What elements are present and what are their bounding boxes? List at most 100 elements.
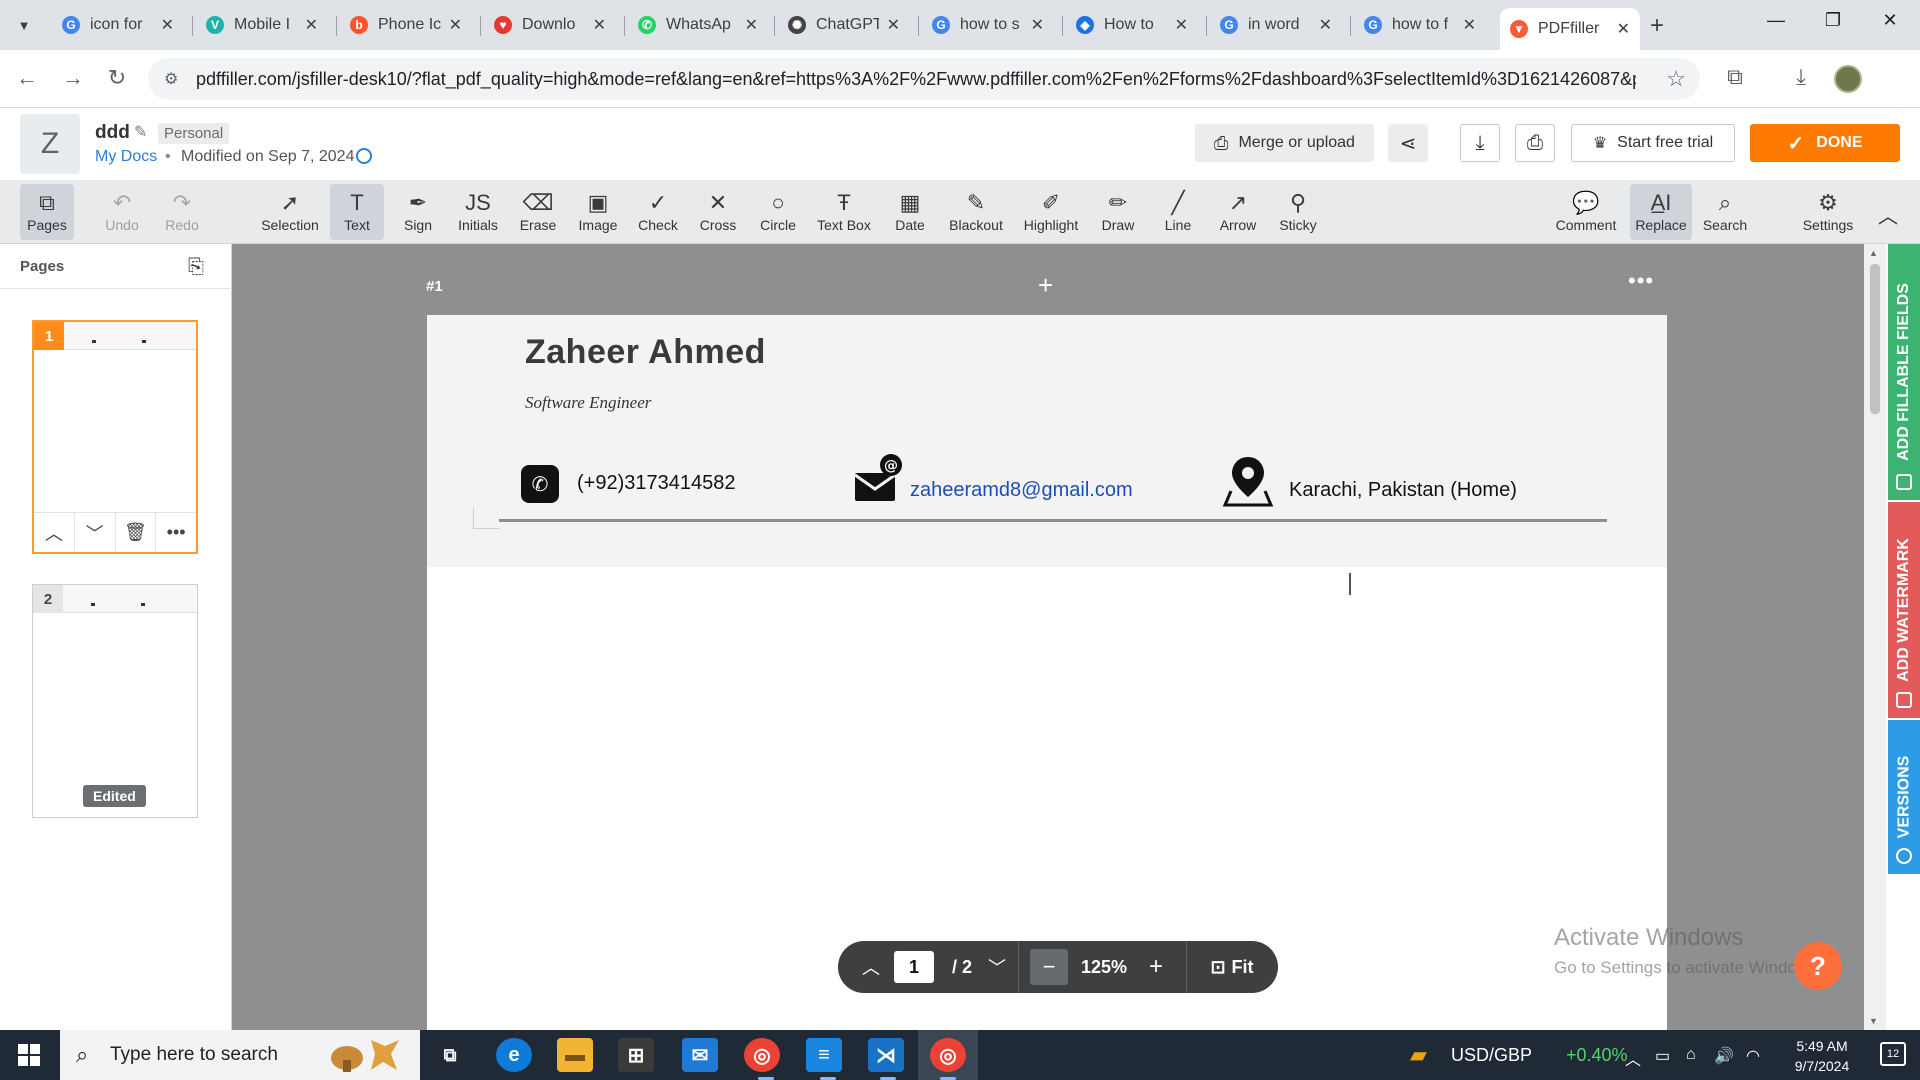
edge-icon[interactable]: e xyxy=(496,1038,532,1072)
settings-tool[interactable]: ⚙ Settings xyxy=(1796,184,1860,240)
insert-page-plus-icon[interactable]: + xyxy=(1038,270,1053,301)
resume-phone[interactable]: (+92)3173414582 xyxy=(577,472,735,495)
collapse-chevron-up-icon[interactable]: ︿ xyxy=(1878,200,1898,229)
windows-start-icon[interactable] xyxy=(18,1044,40,1066)
start-free-trial-button[interactable]: ♛ Start free trial xyxy=(1571,124,1735,162)
back-arrow-icon[interactable]: ← xyxy=(12,65,42,91)
page-thumbnail-1[interactable]: 1 ︿ ﹀ 🗑 ••• xyxy=(32,320,198,554)
app-icon[interactable]: ≡ xyxy=(806,1038,842,1072)
add-page-icon[interactable]: ⎘ xyxy=(188,256,204,279)
cross-tool[interactable]: ✕ Cross xyxy=(694,184,742,240)
zoom-in-icon[interactable]: + xyxy=(1138,941,1174,993)
tab-search-chevron-icon[interactable]: ▼ xyxy=(8,11,40,39)
browser-tab-active[interactable]: ▼ PDFfiller ✕ xyxy=(1500,8,1640,50)
delete-page-trash-icon[interactable]: 🗑 xyxy=(116,513,157,552)
add-watermark-tab[interactable]: ADD WATERMARK xyxy=(1888,502,1920,718)
mail-icon[interactable]: ✉ xyxy=(682,1038,718,1072)
close-tab-icon[interactable]: ✕ xyxy=(305,15,318,35)
undo-tool[interactable]: ↶ Undo xyxy=(98,184,146,240)
sticky-tool[interactable]: ⚲ Sticky xyxy=(1272,184,1324,240)
selection-tool[interactable]: ➚ Selection xyxy=(256,184,324,240)
close-tab-icon[interactable]: ✕ xyxy=(1319,15,1332,35)
page-thumbnail-2[interactable]: 2 Edited xyxy=(32,584,198,818)
minimize-icon[interactable]: — xyxy=(1756,10,1796,31)
replace-tool[interactable]: A̲I Replace xyxy=(1630,184,1692,240)
site-info-icon[interactable]: ⚙ xyxy=(164,69,178,89)
print-button[interactable]: ⎙ xyxy=(1515,124,1555,162)
chrome-profile-icon[interactable]: ◎ xyxy=(930,1038,966,1072)
browser-tab[interactable]: b Phone Ic ✕ xyxy=(340,8,472,42)
browser-tab[interactable]: ✺ ChatGPT ✕ xyxy=(778,8,910,42)
browser-tab[interactable]: ✆ WhatsAp ✕ xyxy=(628,8,768,42)
versions-tab[interactable]: VERSIONS xyxy=(1888,720,1920,874)
circle-tool[interactable]: ○ Circle xyxy=(752,184,804,240)
line-tool[interactable]: ╱ Line xyxy=(1154,184,1202,240)
close-tab-icon[interactable]: ✕ xyxy=(1175,15,1188,35)
notifications-icon[interactable]: 12 xyxy=(1880,1042,1906,1066)
bookmark-star-icon[interactable]: ☆ xyxy=(1666,66,1686,92)
taskbar-search[interactable]: ⌕ Type here to search xyxy=(60,1030,420,1080)
file-explorer-icon[interactable]: ▬ xyxy=(557,1038,593,1072)
chrome-icon[interactable]: ◎ xyxy=(744,1038,780,1072)
close-window-icon[interactable]: ✕ xyxy=(1870,10,1910,31)
network-icon[interactable]: ⌂ xyxy=(1686,1046,1696,1064)
check-tool[interactable]: ✓ Check xyxy=(634,184,682,240)
battery-icon[interactable]: ▭ xyxy=(1655,1046,1670,1066)
profile-avatar[interactable] xyxy=(1834,65,1862,93)
close-tab-icon[interactable]: ✕ xyxy=(1463,15,1476,35)
erase-tool[interactable]: ⌫ Erase xyxy=(514,184,562,240)
done-button[interactable]: ✓ DONE xyxy=(1750,124,1900,162)
close-tab-icon[interactable]: ✕ xyxy=(593,15,606,35)
forward-arrow-icon[interactable]: → xyxy=(58,65,88,91)
hidden-icons-chevron-icon[interactable]: ︿ xyxy=(1625,1046,1641,1070)
close-tab-icon[interactable]: ✕ xyxy=(161,15,174,35)
browser-tab[interactable]: G in word ✕ xyxy=(1210,8,1342,42)
wifi-icon[interactable]: ◠ xyxy=(1746,1046,1760,1066)
resume-role[interactable]: Software Engineer xyxy=(525,393,651,413)
comment-tool[interactable]: 💬 Comment xyxy=(1550,184,1622,240)
browser-tab[interactable]: G how to f ✕ xyxy=(1354,8,1486,42)
user-avatar[interactable]: Z xyxy=(20,114,80,174)
help-question-icon[interactable]: ? xyxy=(1794,942,1842,990)
close-tab-icon[interactable]: ✕ xyxy=(887,15,900,35)
restore-icon[interactable]: ❐ xyxy=(1813,10,1853,31)
add-fillable-fields-tab[interactable]: ADD FILLABLE FIELDS xyxy=(1888,244,1920,500)
extensions-icon[interactable]: ⧉ xyxy=(1720,64,1750,90)
browser-tab[interactable]: G icon for ✕ xyxy=(52,8,184,42)
initials-tool[interactable]: JS Initials xyxy=(450,184,506,240)
scrollbar-thumb[interactable] xyxy=(1870,264,1880,414)
vertical-scrollbar[interactable]: ▲ ▼ xyxy=(1864,244,1886,1030)
close-tab-icon[interactable]: ✕ xyxy=(1031,15,1044,35)
browser-tab[interactable]: ◆ How to ✕ xyxy=(1066,8,1198,42)
sign-tool[interactable]: ✒ Sign xyxy=(396,184,440,240)
browser-tab[interactable]: V Mobile I ✕ xyxy=(196,8,328,42)
zoom-level[interactable]: 125% xyxy=(1072,941,1136,993)
history-clock-icon[interactable] xyxy=(356,148,372,164)
url-text[interactable]: pdffiller.com/jsfiller-desk10/?flat_pdf_… xyxy=(196,69,1636,90)
arrow-tool[interactable]: ↗ Arrow xyxy=(1212,184,1264,240)
vscode-icon[interactable]: ⋊ xyxy=(868,1038,904,1072)
reload-icon[interactable]: ↻ xyxy=(102,65,132,91)
address-bar[interactable]: ⚙ pdffiller.com/jsfiller-desk10/?flat_pd… xyxy=(148,58,1700,100)
zoom-out-icon[interactable]: − xyxy=(1030,949,1068,985)
rename-pencil-icon[interactable]: ✎ xyxy=(134,122,147,142)
task-view-icon[interactable]: ⧉ xyxy=(432,1038,468,1072)
move-page-down-icon[interactable]: ﹀ xyxy=(75,513,116,552)
resume-name[interactable]: Zaheer Ahmed xyxy=(525,333,766,372)
merge-upload-button[interactable]: ⎙ Merge or upload xyxy=(1195,124,1374,162)
pages-tool[interactable]: ⧉ Pages xyxy=(20,184,74,240)
current-page-input[interactable]: 1 xyxy=(894,951,934,983)
stock-change[interactable]: +0.40% xyxy=(1566,1045,1628,1066)
download-icon[interactable]: ⤓ xyxy=(1786,64,1816,90)
close-tab-icon[interactable]: ✕ xyxy=(1617,19,1630,39)
page-more-icon[interactable]: ••• xyxy=(1628,268,1654,294)
browser-tab[interactable]: G how to s ✕ xyxy=(922,8,1054,42)
close-tab-icon[interactable]: ✕ xyxy=(745,15,758,35)
next-page-chevron-icon[interactable]: ﹀ xyxy=(984,941,1010,993)
stock-name[interactable]: USD/GBP xyxy=(1451,1045,1532,1066)
prev-page-chevron-icon[interactable]: ︿ xyxy=(856,941,886,993)
text-tool[interactable]: T Text xyxy=(330,184,384,240)
resume-location[interactable]: Karachi, Pakistan (Home) xyxy=(1289,479,1517,502)
volume-icon[interactable]: 🔊 xyxy=(1714,1046,1734,1066)
scroll-up-arrow-icon[interactable]: ▲ xyxy=(1869,248,1878,258)
